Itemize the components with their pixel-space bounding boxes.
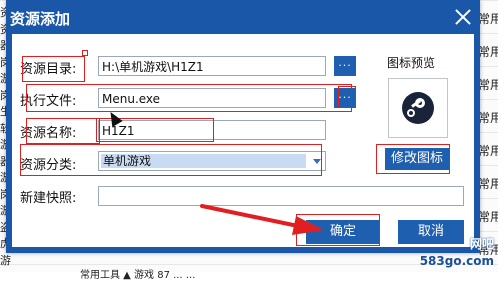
- resource-name-label: 资源名称:: [20, 126, 77, 141]
- ok-button[interactable]: 确定: [306, 220, 380, 244]
- exec-file-label: 执行文件:: [20, 94, 77, 109]
- category-selected-value: 单机游戏: [101, 154, 306, 168]
- dialog-titlebar[interactable]: 资源添加: [6, 0, 480, 34]
- spreadsheet-cell: 常用: [478, 177, 498, 191]
- spreadsheet-cell: 常用: [478, 144, 498, 158]
- spreadsheet-cell: 游: [0, 253, 11, 267]
- steam-icon: [402, 92, 434, 124]
- icon-preview-box: [388, 78, 448, 138]
- exec-file-browse-button[interactable]: ...: [334, 88, 356, 108]
- cancel-button[interactable]: 取消: [398, 220, 464, 244]
- spreadsheet-cell: 常用: [478, 111, 498, 125]
- chevron-down-icon: [313, 159, 321, 164]
- resource-name-input[interactable]: H1Z1: [98, 120, 326, 140]
- resource-dir-input[interactable]: H:\单机游戏\H1Z1: [98, 56, 326, 76]
- change-icon-button[interactable]: 修改图标: [385, 148, 449, 170]
- watermark: 网吧 583go.com: [419, 237, 494, 268]
- resource-add-dialog: 资源添加 资源目录: H:\单机游戏\H1Z1 ... 执行文件: Menu.e…: [6, 0, 480, 253]
- watermark-top-text: 网吧: [469, 237, 494, 251]
- resource-dir-label: 资源目录:: [20, 62, 77, 77]
- spreadsheet-cell: 常用: [478, 78, 498, 92]
- category-label: 资源分类:: [20, 158, 77, 173]
- snapshot-input[interactable]: [98, 186, 464, 206]
- dialog-title: 资源添加: [10, 10, 71, 28]
- spreadsheet-cell: 常用: [478, 210, 498, 224]
- category-select[interactable]: 单机游戏: [98, 151, 326, 171]
- exec-file-input[interactable]: Menu.exe: [98, 88, 326, 108]
- resource-dir-browse-button[interactable]: ...: [334, 56, 356, 76]
- spreadsheet-cell: 常用: [478, 12, 498, 26]
- close-icon[interactable]: [452, 6, 474, 28]
- spreadsheet-bottom-row: 常用工具 ▲ 游戏 87 ... ...: [80, 270, 196, 281]
- snapshot-label: 新建快照:: [20, 191, 77, 206]
- icon-preview-label: 图标预览: [387, 56, 436, 70]
- annotation-marker: [82, 50, 88, 56]
- dialog-content: 资源目录: H:\单机游戏\H1Z1 ... 执行文件: Menu.exe ..…: [12, 34, 474, 247]
- watermark-site-text: 583go.com: [419, 254, 494, 268]
- spreadsheet-cell: 常用: [478, 45, 498, 59]
